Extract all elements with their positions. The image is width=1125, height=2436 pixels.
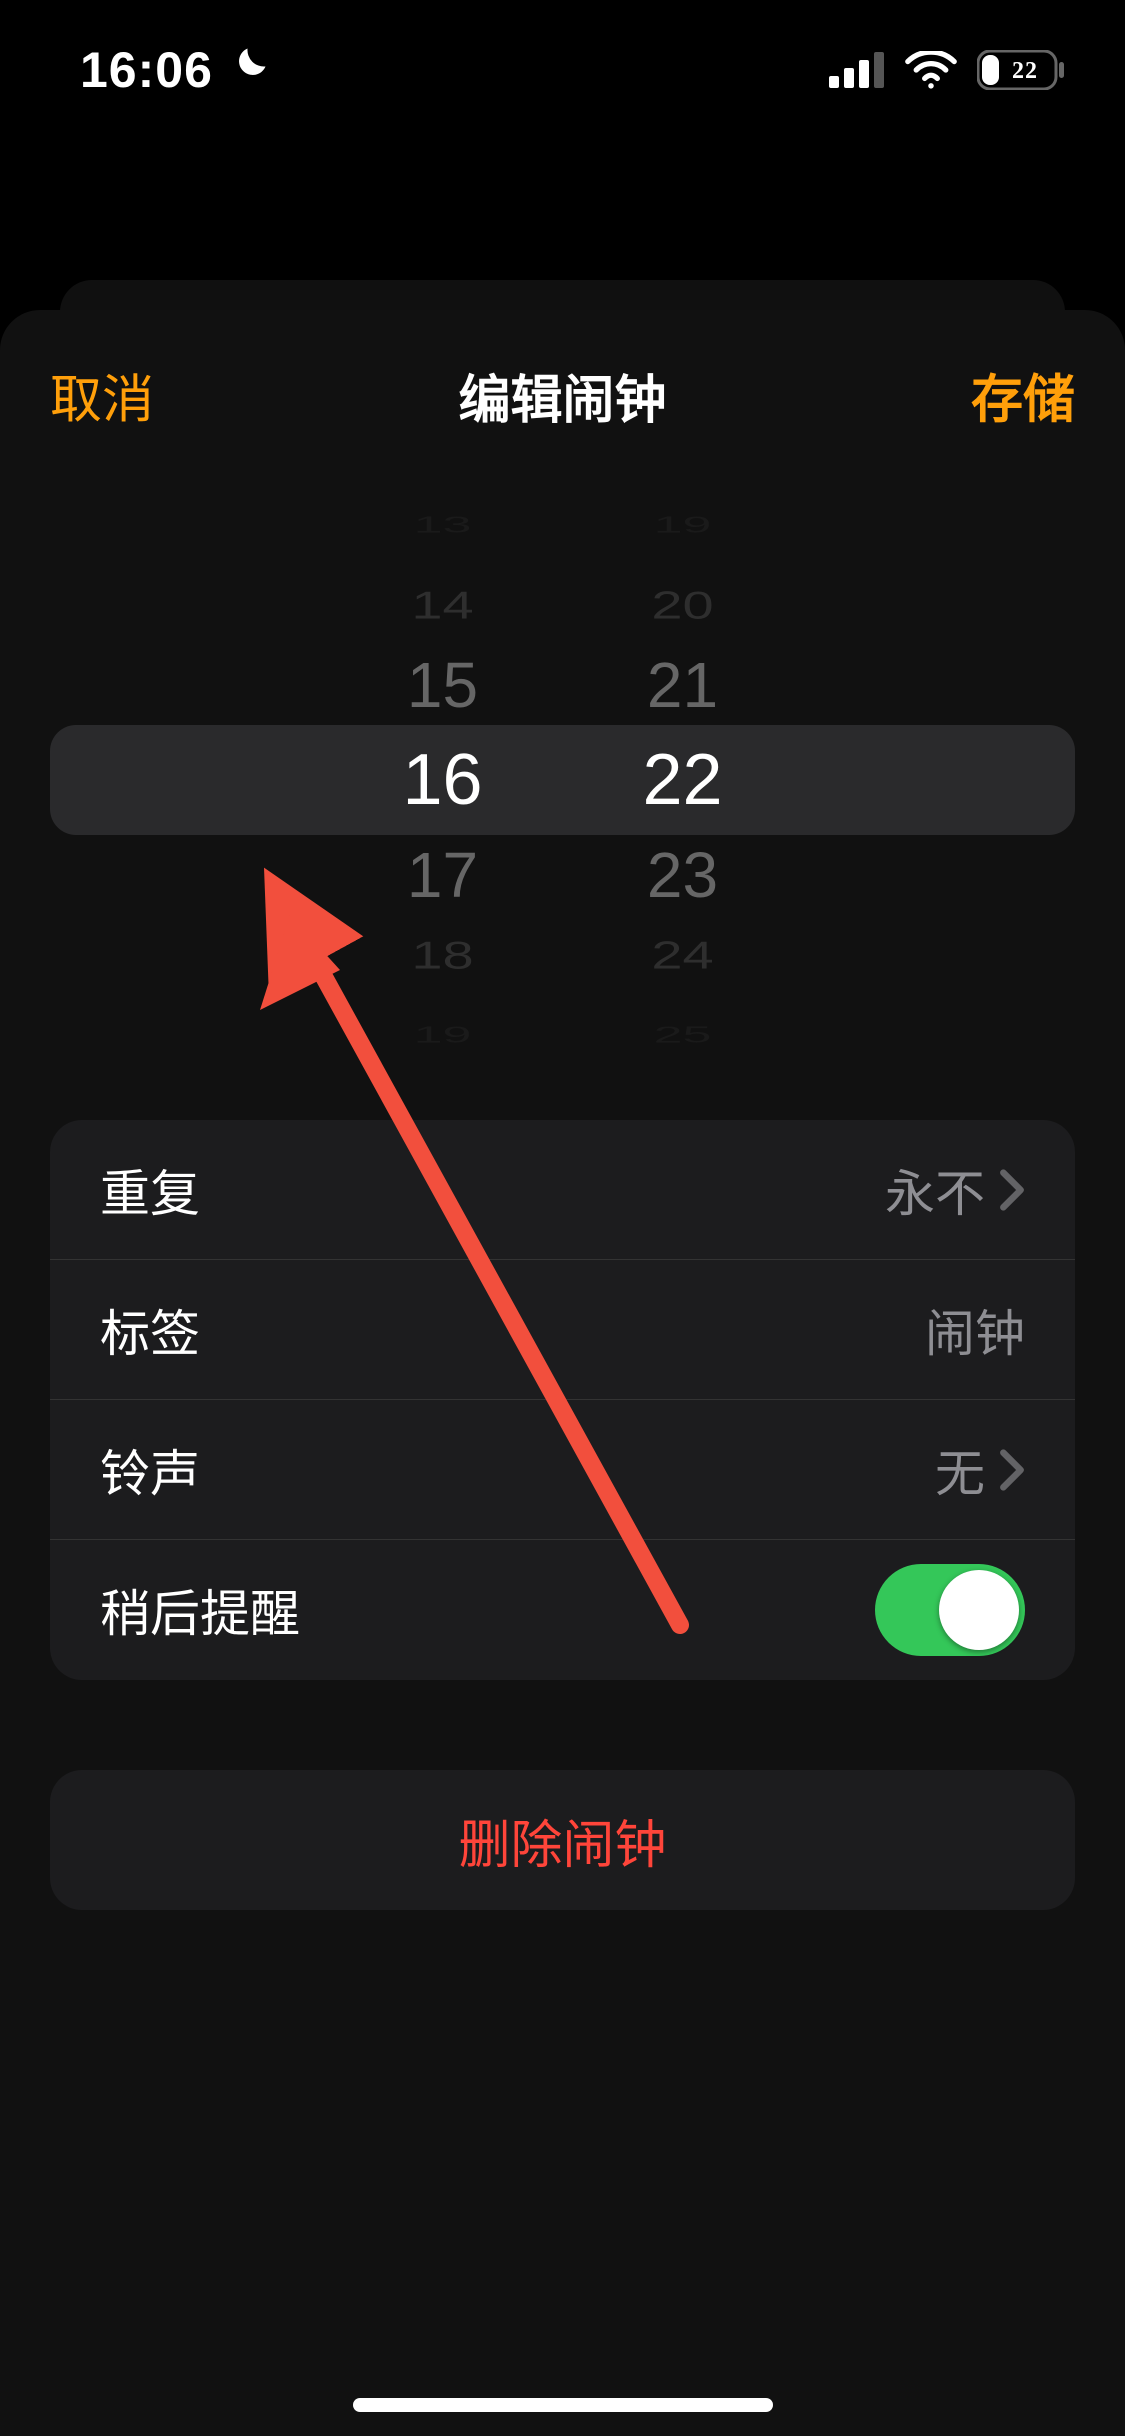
- picker-hour-item[interactable]: 17: [383, 835, 503, 915]
- edit-alarm-sheet: 取消 编辑闹钟 存储 13 14 15 16 17 18 19 19 20 21…: [0, 310, 1125, 2436]
- label-row[interactable]: 标签 闹钟: [50, 1260, 1075, 1400]
- repeat-label: 重复: [100, 1154, 200, 1226]
- delete-section: 删除闹钟: [50, 1770, 1075, 1910]
- picker-hour-selected[interactable]: 16: [383, 725, 503, 835]
- battery-percent-text: 22: [1012, 58, 1038, 84]
- snooze-row: 稍后提醒: [50, 1540, 1075, 1680]
- picker-hour-item[interactable]: 18: [383, 927, 503, 983]
- picker-minute-item[interactable]: 24: [623, 927, 743, 983]
- modal-title: 编辑闹钟: [458, 358, 666, 433]
- picker-hour-item[interactable]: 14: [383, 577, 503, 633]
- toggle-knob: [939, 1570, 1019, 1650]
- sound-value: 无: [935, 1434, 985, 1506]
- battery-icon: 22: [977, 50, 1065, 90]
- picker-minute-item[interactable]: 19: [623, 507, 743, 543]
- sound-label: 铃声: [100, 1434, 200, 1506]
- status-time: 16:06: [80, 41, 213, 99]
- picker-hour-item[interactable]: 15: [383, 645, 503, 725]
- snooze-toggle[interactable]: [875, 1564, 1025, 1656]
- picker-minute-item[interactable]: 21: [623, 645, 743, 725]
- repeat-value: 永不: [885, 1154, 985, 1226]
- status-right: 22: [829, 50, 1065, 90]
- status-left: 16:06: [80, 41, 271, 99]
- cancel-button[interactable]: 取消: [50, 358, 154, 433]
- save-button[interactable]: 存储: [971, 358, 1075, 433]
- status-bar: 16:06 22: [0, 0, 1125, 140]
- hour-picker[interactable]: 13 14 15 16 17 18 19: [383, 500, 503, 1060]
- sound-row[interactable]: 铃声 无: [50, 1400, 1075, 1540]
- picker-minute-item[interactable]: 20: [623, 577, 743, 633]
- label-label: 标签: [100, 1294, 200, 1366]
- picker-minute-selected[interactable]: 22: [623, 725, 743, 835]
- delete-alarm-button[interactable]: 删除闹钟: [50, 1770, 1075, 1910]
- picker-minute-item[interactable]: 23: [623, 835, 743, 915]
- wifi-icon: [905, 51, 957, 89]
- chevron-right-icon: [999, 1168, 1025, 1212]
- minute-picker[interactable]: 19 20 21 22 23 24 25: [623, 500, 743, 1060]
- repeat-row[interactable]: 重复 永不: [50, 1120, 1075, 1260]
- time-picker[interactable]: 13 14 15 16 17 18 19 19 20 21 22 23 24 2…: [50, 500, 1075, 1060]
- chevron-right-icon: [999, 1448, 1025, 1492]
- picker-hour-item[interactable]: 13: [383, 507, 503, 543]
- snooze-label: 稍后提醒: [100, 1574, 300, 1646]
- picker-minute-item[interactable]: 25: [623, 1017, 743, 1053]
- alarm-settings-list: 重复 永不 标签 闹钟 铃声 无 稍后提醒: [50, 1120, 1075, 1680]
- cellular-signal-icon: [829, 52, 885, 88]
- label-value: 闹钟: [925, 1294, 1025, 1366]
- picker-hour-item[interactable]: 19: [383, 1017, 503, 1053]
- modal-navbar: 取消 编辑闹钟 存储: [0, 310, 1125, 480]
- do-not-disturb-icon: [227, 43, 271, 98]
- home-indicator[interactable]: [353, 2398, 773, 2412]
